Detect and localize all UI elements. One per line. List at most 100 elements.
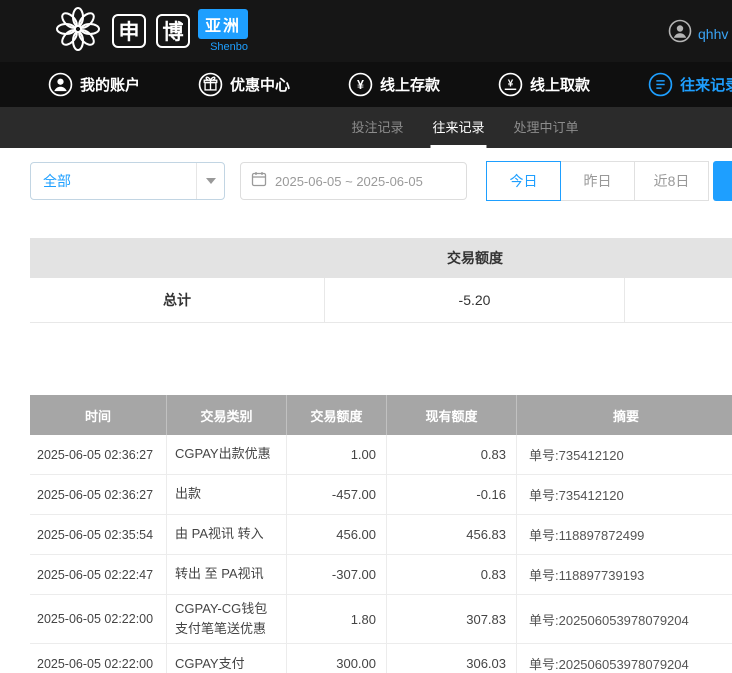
cell-type: 由 PA视讯 转入 [167,515,287,554]
main-navigation: 我的账户 优惠中心 ¥ 线上存款 ¥ 线上取款 往来记录 [0,62,732,107]
cell-time: 2025-06-05 02:22:00 [30,595,167,643]
cell-time: 2025-06-05 02:36:27 [30,435,167,474]
type-select-value: 全部 [31,171,196,191]
records-table-body: 2025-06-05 02:36:27CGPAY出款优惠1.000.83单号:7… [30,435,732,673]
yesterday-button[interactable]: 昨日 [560,161,635,201]
nav-item-label: 优惠中心 [230,74,290,95]
table-row: 2025-06-05 02:22:00CGPAY-CG钱包支付笔笔送优惠1.80… [30,595,732,644]
cell-amount: 1.80 [287,595,387,643]
cell-summary: 单号:735412120 [517,435,732,474]
column-header-summary: 摘要 [517,395,732,435]
last-8-days-button[interactable]: 近8日 [634,161,709,201]
svg-text:¥: ¥ [508,78,514,89]
nav-item-label: 线上取款 [530,74,590,95]
cell-summary: 单号:202506053978079204 [517,595,732,643]
cell-balance: 0.83 [387,555,517,594]
date-range-picker[interactable]: 2025-06-05 ~ 2025-06-05 [240,162,467,200]
cell-summary: 单号:118897739193 [517,555,732,594]
tab-processing-orders[interactable]: 处理中订单 [512,107,581,148]
cell-balance: 456.83 [387,515,517,554]
summary-total-row: 总计 -5.20 [30,278,732,323]
column-header-time: 时间 [30,395,167,435]
chevron-down-icon [196,163,224,199]
cell-type: CGPAY-CG钱包支付笔笔送优惠 [167,595,287,643]
cell-type: CGPAY支付 [167,644,287,673]
nav-item-transaction-records[interactable]: 往来记录 [648,72,732,97]
brand-logo[interactable]: 申 博 亚洲 Shenbo [54,5,248,58]
cell-amount: 300.00 [287,644,387,673]
cell-amount: 456.00 [287,515,387,554]
account-icon [48,72,73,97]
cell-amount: 1.00 [287,435,387,474]
records-icon [648,72,673,97]
type-select-dropdown[interactable]: 全部 [30,162,225,200]
table-row: 2025-06-05 02:36:27CGPAY出款优惠1.000.83单号:7… [30,435,732,475]
user-circle-icon [668,19,692,48]
summary-table: 交易额度 总计 -5.20 [30,238,732,323]
date-range-value: 2025-06-05 ~ 2025-06-05 [275,174,423,189]
cell-summary: 单号:118897872499 [517,515,732,554]
withdraw-icon: ¥ [498,72,523,97]
records-table: 时间 交易类别 交易额度 现有额度 摘要 2025-06-05 02:36:27… [30,395,732,673]
top-bar: 申 博 亚洲 Shenbo qhhv [0,0,732,62]
nav-item-label: 往来记录 [680,74,732,95]
cell-type: 出款 [167,475,287,514]
table-row: 2025-06-05 02:22:00CGPAY支付300.00306.03单号… [30,644,732,673]
nav-item-label: 线上存款 [380,74,440,95]
cell-type: CGPAY出款优惠 [167,435,287,474]
cell-balance: 0.83 [387,435,517,474]
brand-subtitle: Shenbo [210,41,248,53]
cell-time: 2025-06-05 02:22:00 [30,644,167,673]
subtab-label: 往来记录 [432,117,484,136]
cell-time: 2025-06-05 02:22:47 [30,555,167,594]
column-header-amount: 交易额度 [287,395,387,435]
nav-item-label: 我的账户 [80,74,140,95]
cell-balance: 307.83 [387,595,517,643]
nav-item-withdraw[interactable]: ¥ 线上取款 [498,72,590,97]
cell-amount: -307.00 [287,555,387,594]
summary-total-label: 总计 [30,278,325,322]
table-row: 2025-06-05 02:36:27出款-457.00-0.16单号:7354… [30,475,732,515]
summary-total-value: -5.20 [325,278,625,322]
tab-transaction-records[interactable]: 往来记录 [430,107,486,148]
records-header-row: 时间 交易类别 交易额度 现有额度 摘要 [30,395,732,435]
username-text: qhhv [698,26,728,42]
summary-header-amount: 交易额度 [325,248,625,268]
subtab-label: 处理中订单 [514,117,579,136]
column-header-type: 交易类别 [167,395,287,435]
calendar-icon [251,171,267,192]
cell-time: 2025-06-05 02:36:27 [30,475,167,514]
sub-navigation: 投注记录 往来记录 处理中订单 [0,107,732,148]
table-row: 2025-06-05 02:35:54由 PA视讯 转入456.00456.83… [30,515,732,555]
cell-amount: -457.00 [287,475,387,514]
quick-date-button-group: 今日 昨日 近8日 [486,161,709,201]
subtab-label: 投注记录 [351,117,403,136]
brand-char-shen: 申 [112,14,146,48]
deposit-icon: ¥ [348,72,373,97]
svg-text:¥: ¥ [357,78,364,92]
summary-empty-cell [625,278,732,322]
search-button[interactable] [713,161,732,201]
cell-summary: 单号:202506053978079204 [517,644,732,673]
filter-bar: 全部 2025-06-05 ~ 2025-06-05 今日 昨日 近8日 [30,161,732,201]
lotus-flower-icon [54,5,102,58]
summary-header-row: 交易额度 [30,238,732,278]
cell-summary: 单号:735412120 [517,475,732,514]
user-menu[interactable]: qhhv [668,19,732,48]
cell-balance: -0.16 [387,475,517,514]
column-header-balance: 现有额度 [387,395,517,435]
gift-icon [198,72,223,97]
brand-region-label: 亚洲 [198,9,248,39]
tab-betting-records[interactable]: 投注记录 [349,107,405,148]
brand-char-bo: 博 [156,14,190,48]
page-content: 全部 2025-06-05 ~ 2025-06-05 今日 昨日 近8日 交易额… [30,161,732,673]
cell-balance: 306.03 [387,644,517,673]
table-row: 2025-06-05 02:22:47转出 至 PA视讯-307.000.83单… [30,555,732,595]
cell-type: 转出 至 PA视讯 [167,555,287,594]
nav-item-promotions[interactable]: 优惠中心 [198,72,290,97]
brand-region-block: 亚洲 Shenbo [198,9,248,53]
nav-item-my-account[interactable]: 我的账户 [48,72,140,97]
cell-time: 2025-06-05 02:35:54 [30,515,167,554]
nav-item-deposit[interactable]: ¥ 线上存款 [348,72,440,97]
today-button[interactable]: 今日 [486,161,561,201]
